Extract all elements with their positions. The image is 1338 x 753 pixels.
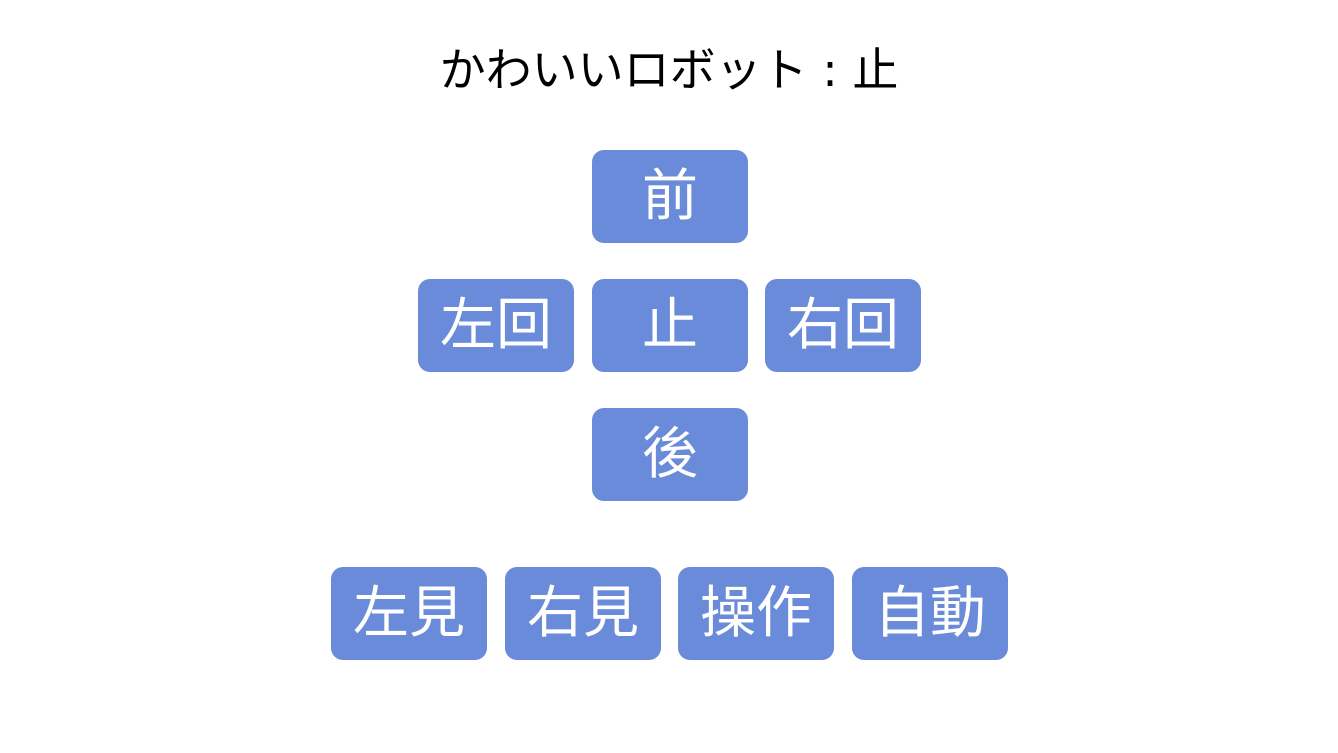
forward-button[interactable]: 前 bbox=[592, 150, 748, 243]
back-button[interactable]: 後 bbox=[592, 408, 748, 501]
page-title: かわいいロボット : 止 bbox=[439, 43, 899, 97]
rotate-left-button[interactable]: 左回 bbox=[418, 279, 574, 372]
look-right-button[interactable]: 右見 bbox=[505, 567, 661, 660]
stop-button[interactable]: 止 bbox=[592, 279, 748, 372]
rotate-right-button[interactable]: 右回 bbox=[765, 279, 921, 372]
auto-mode-button[interactable]: 自動 bbox=[852, 567, 1008, 660]
look-left-button[interactable]: 左見 bbox=[331, 567, 487, 660]
manual-mode-button[interactable]: 操作 bbox=[678, 567, 834, 660]
robot-controller: かわいいロボット : 止 前 左回 止 右回 後 左見 右見 操作 自動 bbox=[0, 0, 1338, 753]
